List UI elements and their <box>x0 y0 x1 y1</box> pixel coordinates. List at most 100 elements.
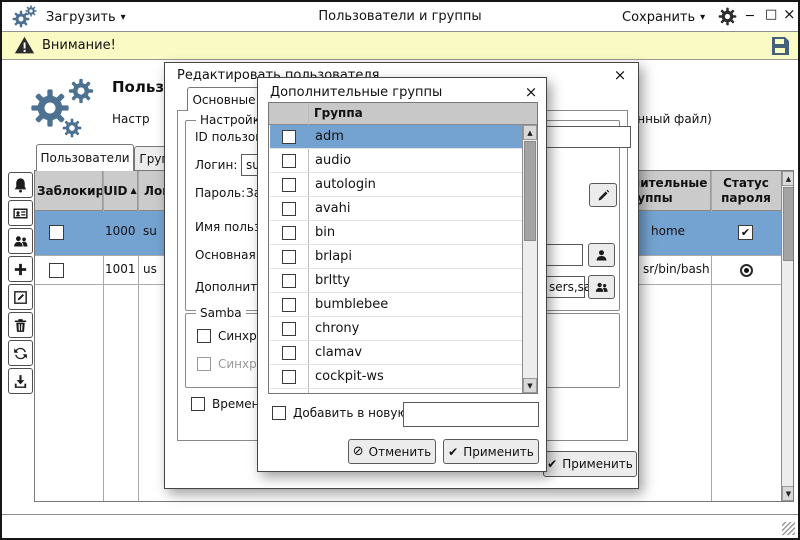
delete-user-button[interactable] <box>8 312 33 338</box>
group-checkbox[interactable] <box>282 250 296 264</box>
user-card-icon <box>12 205 29 222</box>
settings-gear-icon[interactable] <box>718 7 737 26</box>
apply-button-label: Применить <box>562 457 633 471</box>
list-item[interactable]: brltty <box>270 269 522 293</box>
warning-triangle-icon <box>14 35 35 56</box>
dialog-close-button[interactable]: × <box>611 66 629 84</box>
scrollbar-thumb[interactable] <box>783 187 794 261</box>
save-file-icon[interactable] <box>768 34 792 58</box>
blocked-checkbox[interactable] <box>49 263 64 278</box>
group-checkbox[interactable] <box>282 154 296 168</box>
add-to-new-checkbox[interactable] <box>272 406 286 420</box>
groups-list-scrollbar[interactable]: ▲ ▼ <box>522 125 537 393</box>
column-header-status-line2: пароля <box>721 191 771 206</box>
add-user-button[interactable] <box>8 256 33 282</box>
minimize-button[interactable]: ─ <box>746 10 754 23</box>
group-column-header: Группа <box>314 106 363 120</box>
password-status-checkbox[interactable]: ✔ <box>738 225 753 240</box>
check-icon: ✔ <box>448 445 458 459</box>
list-item[interactable]: clamav <box>270 341 522 365</box>
pencil-icon <box>596 188 611 203</box>
login-label: Логин: <box>195 158 237 172</box>
resize-grip[interactable] <box>782 522 795 535</box>
group-checkbox[interactable] <box>282 298 296 312</box>
export-button[interactable] <box>8 368 33 394</box>
column-header-password-status[interactable]: Статуспароля <box>711 171 781 211</box>
group-checkbox[interactable] <box>282 370 296 384</box>
dialog-title: Дополнительные группы <box>270 85 442 100</box>
scroll-up-icon: ▲ <box>786 175 791 183</box>
list-item[interactable]: bumblebee <box>270 293 522 317</box>
list-item[interactable]: brlapi <box>270 245 522 269</box>
list-item[interactable]: adm <box>270 125 522 149</box>
login-cell: us <box>143 262 157 276</box>
group-checkbox[interactable] <box>282 226 296 240</box>
scroll-down-button[interactable]: ▼ <box>782 486 794 501</box>
password-label: Пароль: <box>195 186 245 200</box>
tab-users[interactable]: Пользователи <box>36 144 134 171</box>
table-vertical-scrollbar[interactable]: ▲ ▼ <box>781 171 794 501</box>
column-header-uid-label: UID <box>103 184 127 199</box>
cancel-button[interactable]: ⊘ Отменить <box>348 439 436 464</box>
dialog-close-button[interactable]: × <box>522 83 540 101</box>
apply-button[interactable]: ✔ Применить <box>543 451 637 477</box>
group-name: bumblebee <box>315 297 388 312</box>
close-button[interactable]: × <box>783 7 796 22</box>
scroll-up-button[interactable]: ▲ <box>782 171 794 186</box>
change-password-button[interactable] <box>589 183 617 207</box>
status-bar <box>2 514 798 538</box>
load-menu-button[interactable]: Загрузить ▾ <box>46 6 126 28</box>
check-icon: ✔ <box>547 457 557 471</box>
blocked-checkbox[interactable] <box>49 225 64 240</box>
check-icon: ✔ <box>741 227 750 238</box>
maximize-button[interactable]: □ <box>765 8 777 21</box>
additional-groups-dialog: Дополнительные группы × Группа adm audio… <box>257 77 547 472</box>
notifications-button[interactable] <box>8 172 33 198</box>
list-item[interactable]: cockpit-ws <box>270 365 522 389</box>
page-title: Польз <box>112 78 164 96</box>
list-item[interactable]: avahi <box>270 197 522 221</box>
load-menu-label: Загрузить <box>46 10 116 25</box>
refresh-icon <box>12 345 29 362</box>
gear-icon <box>25 5 37 17</box>
list-item[interactable]: autologin <box>270 173 522 197</box>
list-item[interactable]: chrony <box>270 317 522 341</box>
group-name: clamav <box>315 345 362 360</box>
pick-extra-groups-button[interactable] <box>588 275 615 299</box>
temporary-checkbox[interactable] <box>191 397 205 411</box>
list-item[interactable]: audio <box>270 149 522 173</box>
scroll-up-button[interactable]: ▲ <box>523 125 537 140</box>
tab-basic[interactable]: Основные <box>187 87 261 111</box>
password-status-radio[interactable] <box>740 264 753 277</box>
group-name: brlapi <box>315 249 352 264</box>
group-checkbox[interactable] <box>282 274 296 288</box>
scroll-down-button[interactable]: ▼ <box>523 378 537 393</box>
group-checkbox[interactable] <box>282 178 296 192</box>
save-menu-button[interactable]: Сохранить ▾ <box>622 6 705 28</box>
group-checkbox[interactable] <box>282 322 296 336</box>
user-card-button[interactable] <box>8 200 33 226</box>
titlebar: Загрузить ▾ Пользователи и группы Сохран… <box>2 2 798 32</box>
group-checkbox[interactable] <box>282 346 296 360</box>
samba-sync-checkbox[interactable] <box>197 329 211 343</box>
column-header-blocked[interactable]: Заблокирован <box>35 171 103 211</box>
column-header-uid[interactable]: UID ▲ <box>103 171 138 211</box>
chevron-down-icon: ▾ <box>121 12 126 23</box>
group-name: audio <box>315 153 351 168</box>
sort-ascending-icon: ▲ <box>131 186 137 196</box>
group-checkbox[interactable] <box>282 202 296 216</box>
new-group-input[interactable] <box>403 402 539 427</box>
scrollbar-thumb[interactable] <box>524 141 536 241</box>
download-icon <box>12 373 29 390</box>
save-menu-label: Сохранить <box>622 10 695 25</box>
group-name: avahi <box>315 201 350 216</box>
refresh-button[interactable] <box>8 340 33 366</box>
scroll-down-icon: ▼ <box>527 382 532 390</box>
pick-primary-group-button[interactable] <box>588 243 615 267</box>
edit-user-button[interactable] <box>8 284 33 310</box>
list-item[interactable]: bin <box>270 221 522 245</box>
apply-button[interactable]: ✔ Применить <box>443 439 539 464</box>
group-name: brltty <box>315 273 350 288</box>
group-checkbox[interactable] <box>282 130 296 144</box>
groups-button[interactable] <box>8 228 33 254</box>
